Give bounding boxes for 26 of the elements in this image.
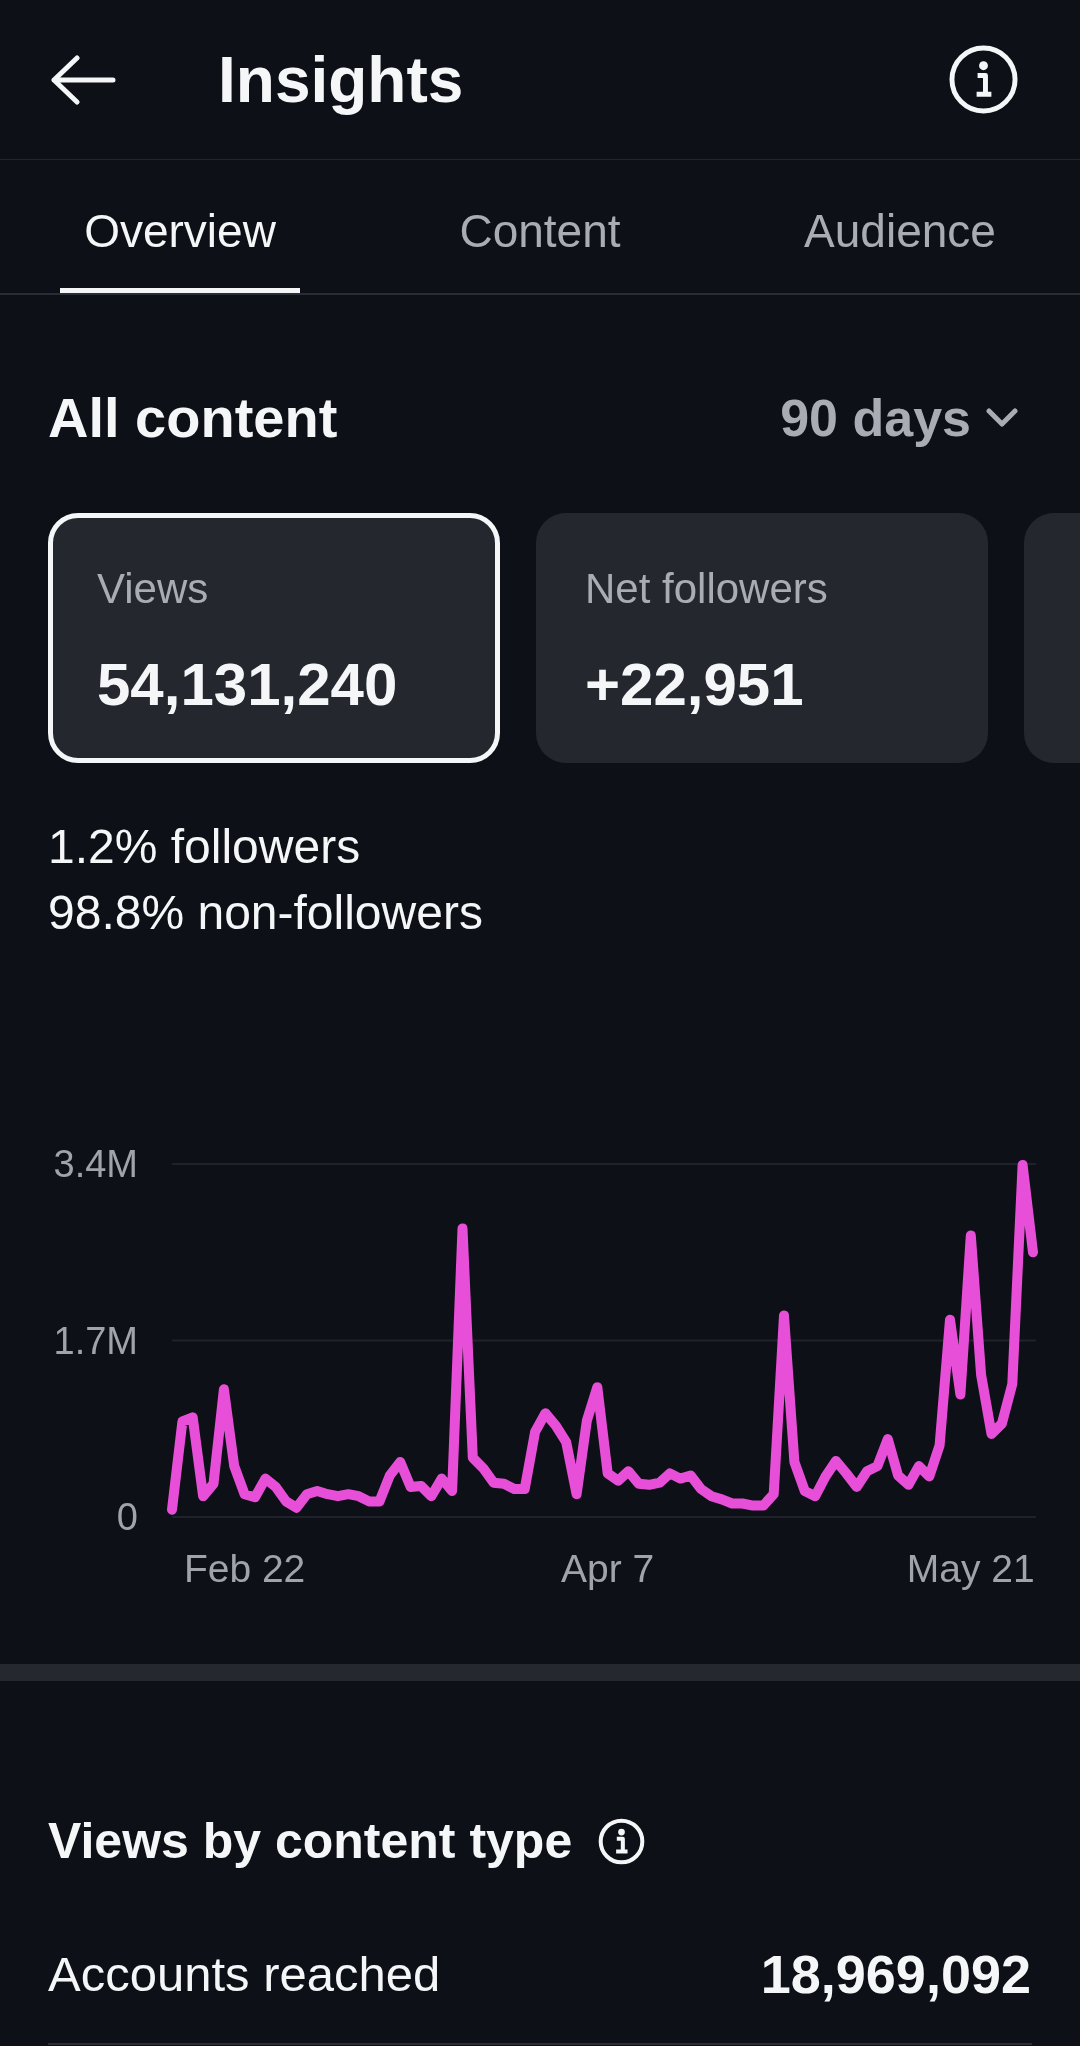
x-axis-label: May 21	[906, 1546, 1035, 1590]
screen-title: Insights	[218, 42, 464, 118]
info-icon[interactable]	[598, 1817, 646, 1865]
metric-value: 54,131,240	[97, 650, 398, 720]
metric-label: Net followers	[585, 564, 828, 614]
info-icon[interactable]	[949, 45, 1018, 114]
section-title: Views by content type	[48, 1812, 573, 1871]
x-axis-label: Apr 7	[561, 1546, 655, 1590]
metric-card[interactable]: Net followers +22,951	[536, 513, 988, 763]
y-axis-label: 3.4M	[53, 1143, 138, 1185]
period-dropdown[interactable]: 90 days	[780, 387, 1018, 449]
section-title: All content	[48, 385, 338, 451]
tab[interactable]: Audience	[780, 160, 1020, 293]
audience-share-text: 1.2% followers	[48, 819, 361, 875]
y-axis-label: 0	[116, 1496, 138, 1538]
tab[interactable]: Content	[420, 160, 660, 293]
audience-share-text: 98.8% non-followers	[48, 885, 483, 941]
y-axis-label: 1.7M	[53, 1319, 138, 1362]
metric-card[interactable]: Views 54,131,240	[48, 513, 500, 763]
metric-value: +22,951	[585, 650, 804, 720]
stat-value: 18,969,092	[760, 1943, 1031, 2006]
metric-label: Views	[97, 564, 209, 614]
x-axis-label: Feb 22	[183, 1546, 306, 1590]
chevron-down-icon	[986, 408, 1018, 428]
stat-label: Accounts reached	[48, 1946, 441, 2003]
back-arrow-icon[interactable]	[50, 54, 117, 105]
